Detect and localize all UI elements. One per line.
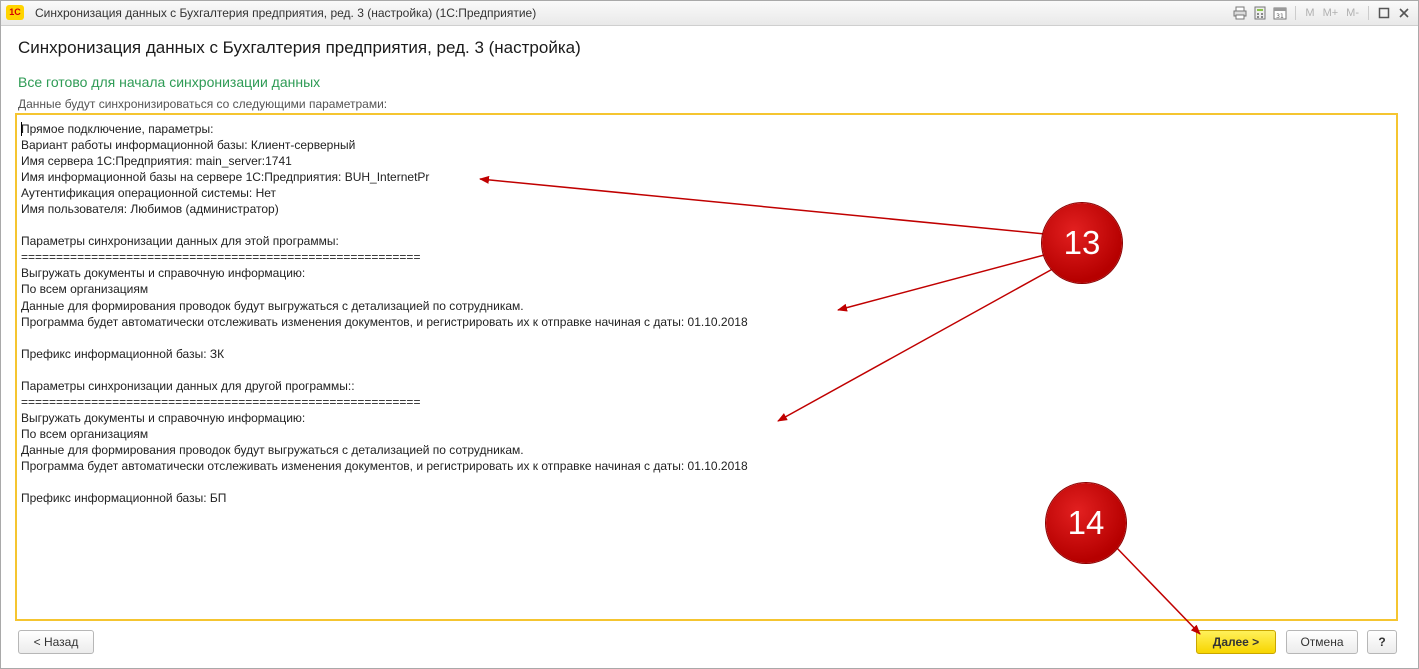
summary-line — [21, 217, 748, 233]
annotation-marker-14: 14 — [1046, 483, 1126, 563]
memory-button[interactable]: M — [1303, 7, 1316, 19]
window-title: Синхронизация данных с Бухгалтерия предп… — [35, 6, 537, 20]
status-heading: Все готово для начала синхронизации данн… — [18, 74, 321, 90]
summary-text: Прямое подключение, параметры: Вариант ра… — [21, 121, 748, 506]
toolbar-separator — [1368, 6, 1369, 20]
summary-line: Прямое подключение, параметры: — [21, 122, 214, 136]
memory-minus-button[interactable]: M- — [1344, 7, 1361, 19]
annotation-marker-13: 13 — [1042, 203, 1122, 283]
summary-line: Параметры синхронизации данных для этой … — [21, 234, 339, 249]
summary-line: ========================================… — [21, 250, 421, 265]
summary-line: Аутентификация операционной системы: Нет — [21, 186, 277, 201]
next-button[interactable]: Далее > — [1196, 630, 1276, 654]
title-bar-toolbar: 31 M M+ M- — [1232, 4, 1412, 22]
summary-line — [21, 330, 748, 346]
summary-line — [21, 474, 748, 490]
close-icon[interactable] — [1396, 5, 1412, 21]
back-button[interactable]: < Назад — [18, 630, 94, 654]
calculator-icon[interactable] — [1252, 5, 1268, 21]
maximize-icon[interactable] — [1376, 5, 1392, 21]
summary-line: Выгружать документы и справочную информа… — [21, 410, 306, 425]
summary-line: Префикс информационной базы: БП — [21, 491, 227, 506]
summary-line: Данные для формирования проводок будут в… — [21, 298, 524, 313]
svg-text:31: 31 — [1277, 13, 1285, 20]
summary-line: Данные для формирования проводок будут в… — [21, 442, 524, 457]
toolbar-separator — [1295, 6, 1297, 20]
summary-line: Имя пользователя: Любимов (администратор… — [21, 202, 279, 217]
summary-line — [21, 362, 748, 378]
summary-line: Выгружать документы и справочную информа… — [21, 266, 306, 281]
memory-plus-button[interactable]: M+ — [1321, 7, 1341, 19]
cancel-button[interactable]: Отмена — [1286, 630, 1358, 654]
summary-line: По всем организациям — [21, 426, 149, 441]
page-title: Синхронизация данных с Бухгалтерия предп… — [18, 38, 581, 57]
app-logo-icon: 1С — [6, 5, 24, 20]
summary-line: Вариант работы информационной базы: Клие… — [21, 138, 356, 153]
summary-line: Префикс информационной базы: ЗК — [21, 346, 225, 361]
sync-parameters-textarea[interactable]: Прямое подключение, параметры: Вариант ра… — [15, 113, 1398, 621]
title-bar: 1С Синхронизация данных с Бухгалтерия пр… — [1, 1, 1418, 26]
main-window: 1С Синхронизация данных с Бухгалтерия пр… — [0, 0, 1419, 669]
help-button[interactable]: ? — [1367, 630, 1397, 654]
summary-line: Программа будет автоматически отслеживат… — [21, 314, 748, 329]
summary-line: По всем организациям — [21, 282, 149, 297]
print-icon[interactable] — [1232, 5, 1248, 21]
summary-line: Параметры синхронизации данных для друго… — [21, 378, 355, 393]
summary-line: Имя сервера 1С:Предприятия: main_server:… — [21, 154, 292, 169]
summary-line: Имя информационной базы на сервере 1С:Пр… — [21, 170, 430, 185]
parameters-caption: Данные будут синхронизироваться со следу… — [18, 97, 388, 111]
summary-line: Программа будет автоматически отслеживат… — [21, 458, 748, 473]
summary-line: ========================================… — [21, 394, 421, 409]
calendar-icon[interactable]: 31 — [1272, 5, 1288, 21]
